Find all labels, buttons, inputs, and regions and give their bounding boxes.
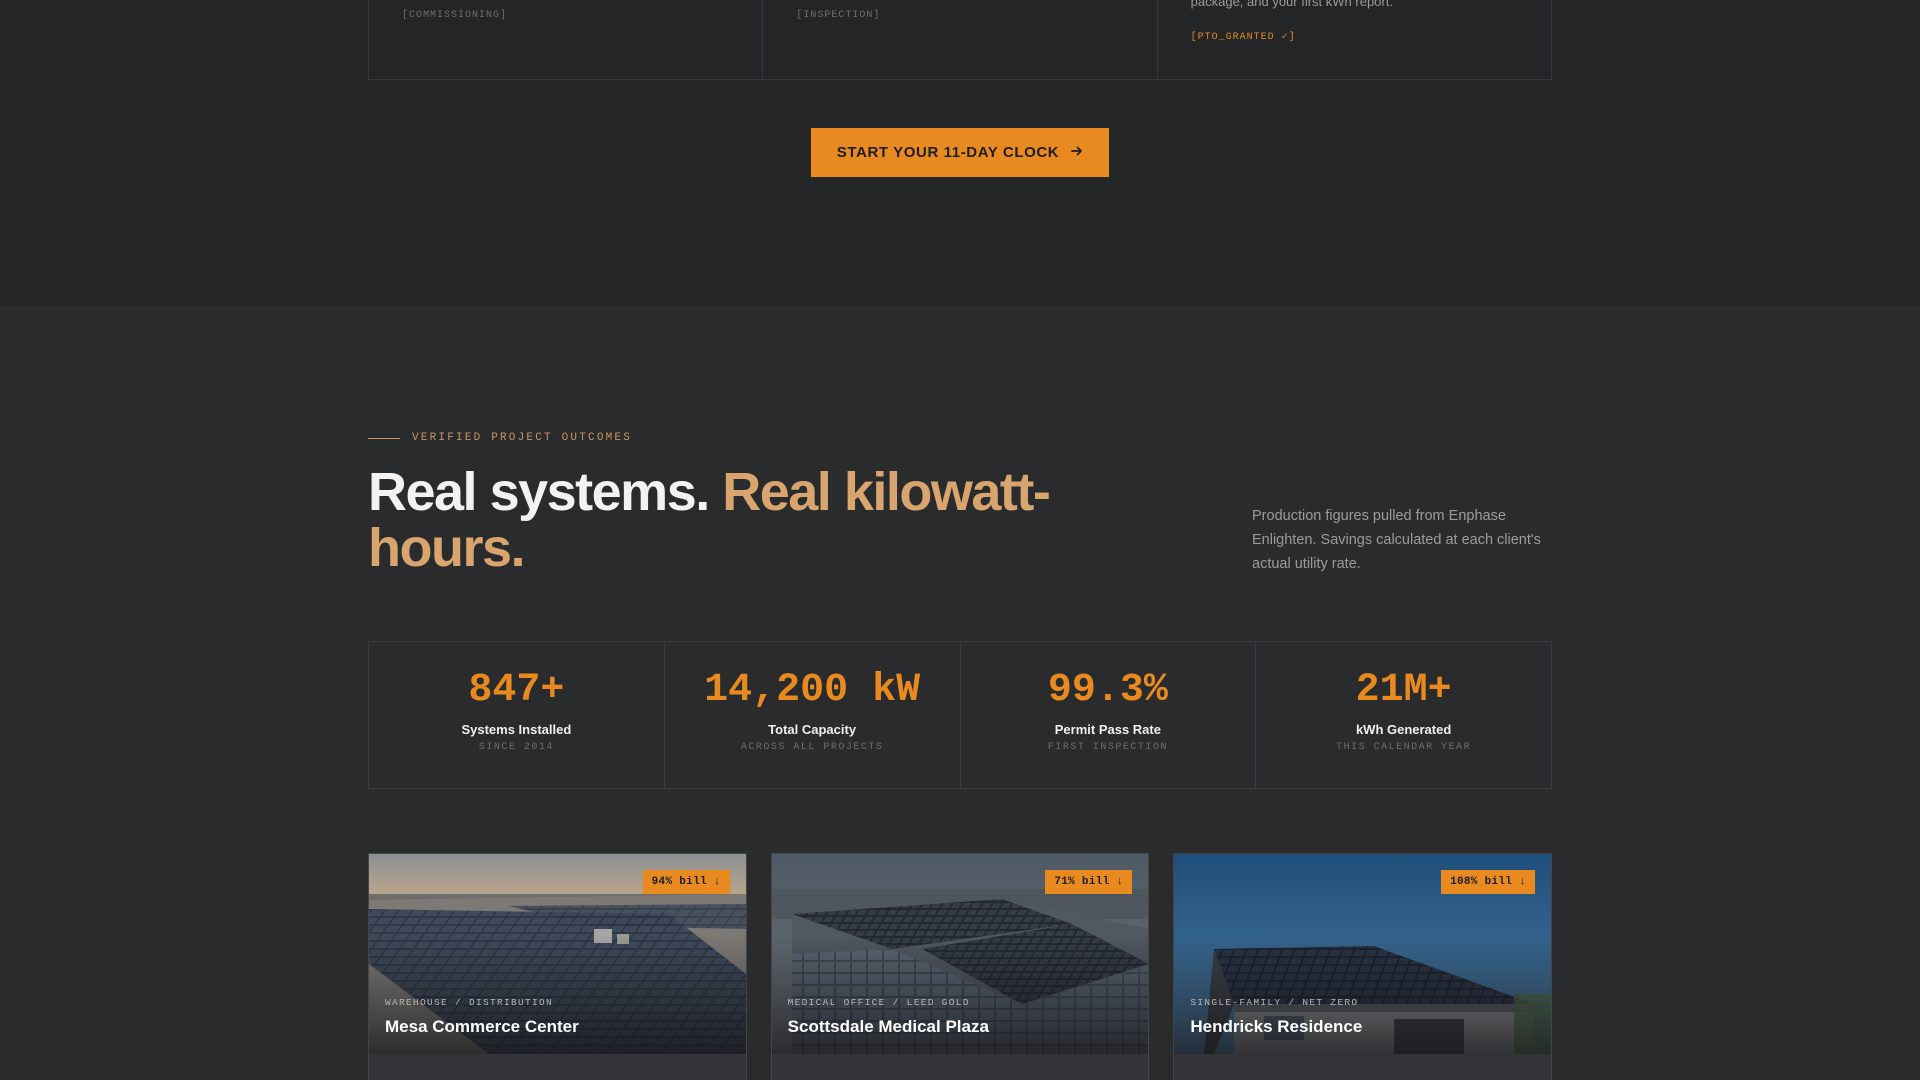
stat-sub: THIS CALENDAR YEAR	[1336, 742, 1472, 753]
stat-kwh-generated: 21M+ kWh Generated THIS CALENDAR YEAR	[1256, 642, 1551, 788]
project-category: MEDICAL OFFICE / LEED GOLD	[787, 997, 970, 1008]
project-title[interactable]: Scottsdale Medical Plaza	[788, 1017, 989, 1037]
stat-total-capacity: 14,200 kW Total Capacity ACROSS ALL PROJ…	[665, 642, 961, 788]
stat-value: 99.3%	[1047, 668, 1168, 713]
step-commissioning: [COMMISSIONING]	[369, 0, 764, 79]
stat-value: 847+	[468, 668, 565, 713]
stat-sub: SINCE 2014	[478, 742, 554, 753]
stat-value: 21M+	[1355, 668, 1452, 713]
savings-badge: 108% bill ↓	[1441, 870, 1536, 894]
savings-badge: 94% bill ↓	[642, 870, 730, 894]
project-title[interactable]: Hendricks Residence	[1190, 1017, 1362, 1037]
headline-main: Real systems.	[368, 462, 710, 522]
stats-grid: 847+ Systems Installed SINCE 2014 14,200…	[368, 641, 1552, 789]
project-card-mesa[interactable]: 94% bill ↓ WAREHOUSE / DISTRIBUTION Mesa…	[368, 853, 747, 1080]
process-steps-grid: [COMMISSIONING] [INSPECTION] package, an…	[368, 0, 1552, 80]
project-title[interactable]: Mesa Commerce Center	[385, 1017, 579, 1037]
stat-label: Permit Pass Rate	[1054, 722, 1161, 737]
section-eyebrow: VERIFIED PROJECT OUTCOMES	[368, 432, 632, 444]
step-tag: [COMMISSIONING]	[402, 10, 508, 21]
step-tag: [PTO_GRANTED ✓]	[1190, 32, 1296, 43]
stat-value: 14,200 kW	[704, 668, 921, 713]
savings-badge: 71% bill ↓	[1045, 870, 1133, 894]
stat-sub: FIRST INSPECTION	[1047, 742, 1168, 753]
stat-sub: ACROSS ALL PROJECTS	[740, 742, 884, 753]
step-pto-granted: package, and your first kWh report. [PTO…	[1158, 0, 1551, 79]
section-headline: Real systems. Real kilowatt-hours.	[368, 464, 1128, 576]
stat-label: Total Capacity	[768, 722, 857, 737]
stat-label: Systems Installed	[461, 722, 572, 737]
step-tag: [INSPECTION]	[796, 10, 881, 21]
step-description: package, and your first kWh report.	[1190, 0, 1393, 9]
project-card-scottsdale[interactable]: 71% bill ↓ MEDICAL OFFICE / LEED GOLD Sc…	[770, 853, 1150, 1080]
stat-permit-pass-rate: 99.3% Permit Pass Rate FIRST INSPECTION	[961, 642, 1257, 788]
project-category: SINGLE-FAMILY / NET ZERO	[1190, 997, 1359, 1008]
step-inspection: [INSPECTION]	[763, 0, 1158, 79]
project-cards-row: 94% bill ↓ WAREHOUSE / DISTRIBUTION Mesa…	[368, 853, 1553, 1080]
section-side-note: Production figures pulled from Enphase E…	[1252, 508, 1541, 572]
eyebrow-text: VERIFIED PROJECT OUTCOMES	[412, 432, 633, 444]
stat-systems-installed: 847+ Systems Installed SINCE 2014	[369, 642, 665, 788]
process-section: [COMMISSIONING] [INSPECTION] package, an…	[0, 0, 1920, 305]
arrow-right-icon	[1071, 145, 1083, 161]
start-clock-button[interactable]: START YOUR 11-DAY CLOCK	[811, 128, 1109, 177]
cta-label: START YOUR 11-DAY CLOCK	[836, 144, 1060, 161]
project-card-hendricks[interactable]: 108% bill ↓ SINGLE-FAMILY / NET ZERO Hen…	[1173, 853, 1553, 1080]
project-category: WAREHOUSE / DISTRIBUTION	[385, 997, 554, 1008]
stat-label: kWh Generated	[1355, 722, 1452, 737]
eyebrow-line	[368, 437, 400, 439]
